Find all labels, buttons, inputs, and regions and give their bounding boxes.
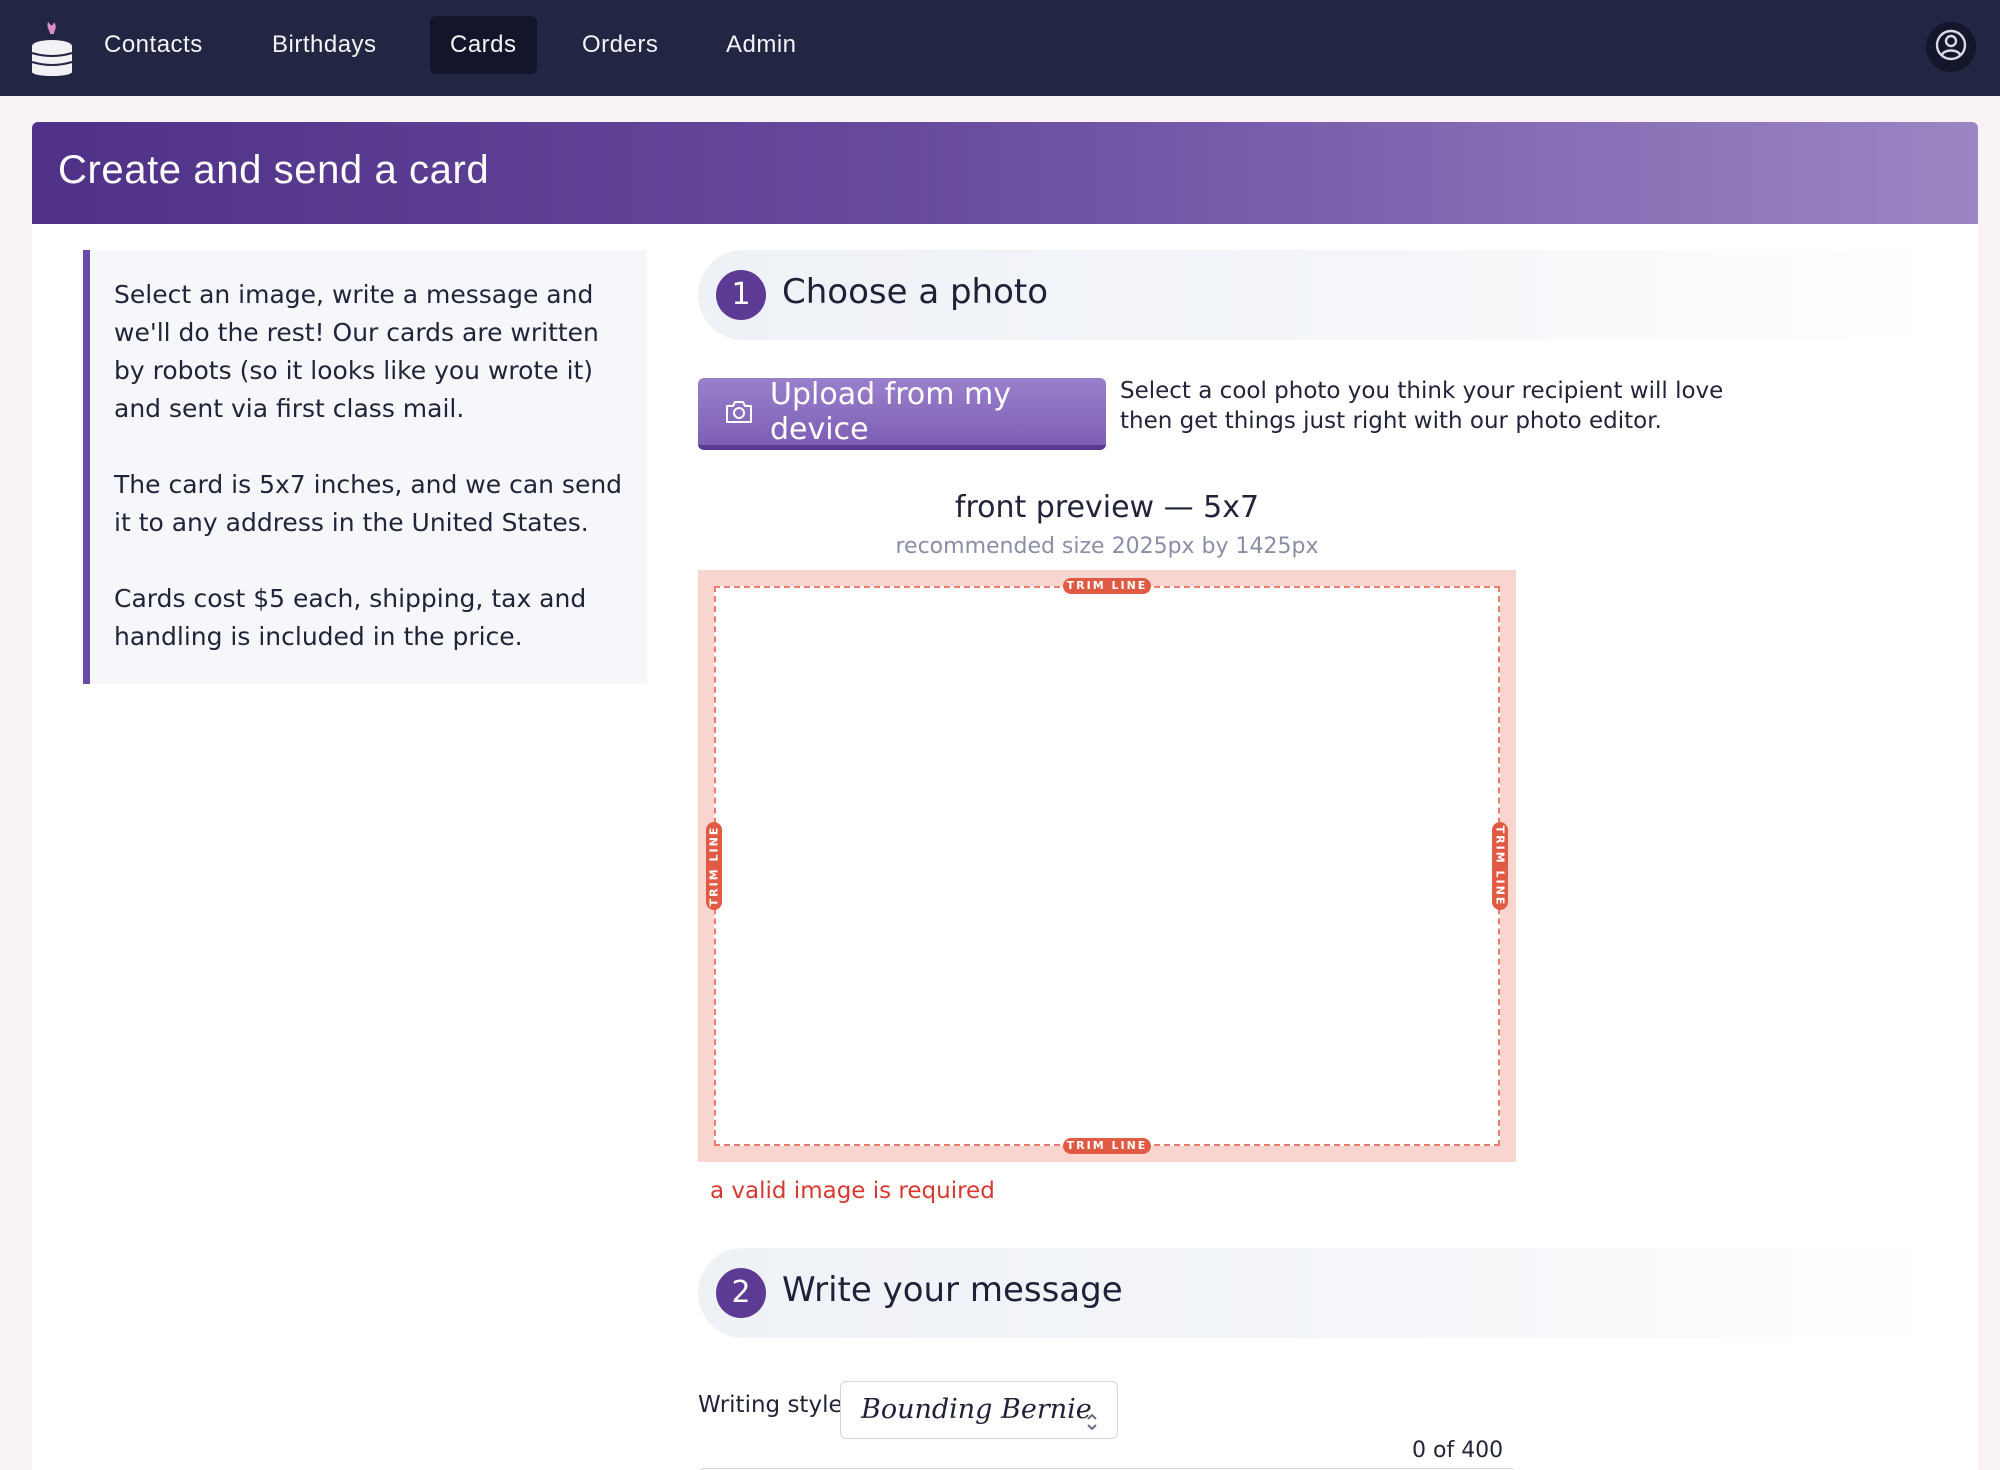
- page-title: Create and send a card: [58, 148, 490, 192]
- camera-icon: [724, 399, 754, 425]
- step-2-heading: 2 Write your message: [698, 1248, 1938, 1338]
- card-panel: Create and send a card Select an image, …: [32, 122, 1978, 1470]
- panel-header: Create and send a card: [32, 122, 1978, 224]
- character-counter: 0 of 400: [1412, 1438, 1504, 1463]
- trim-line-right: TRIM LINE: [1492, 822, 1508, 910]
- nav-cards[interactable]: Cards: [430, 16, 537, 74]
- info-box: Select an image, write a message and we'…: [83, 250, 647, 684]
- card-preview[interactable]: TRIM LINE TRIM LINE TRIM LINE TRIM LINE: [698, 570, 1516, 1162]
- cake-icon[interactable]: [28, 18, 76, 76]
- step-number: 2: [716, 1268, 766, 1318]
- writing-style-select[interactable]: Bounding Bernie: [840, 1381, 1118, 1439]
- step-1-heading: 1 Choose a photo: [698, 250, 1938, 340]
- trim-label: TRIM LINE: [707, 825, 721, 907]
- info-text: Select an image, write a message and we'…: [114, 280, 599, 423]
- nav-birthdays[interactable]: Birthdays: [252, 16, 397, 74]
- user-circle-icon: [1934, 28, 1968, 66]
- upload-help: Select a cool photo you think your recip…: [1120, 378, 1724, 434]
- preview-subtitle: recommended size 2025px by 1425px: [895, 534, 1319, 559]
- nav-contacts[interactable]: Contacts: [84, 16, 223, 74]
- section-title: Write your message: [782, 1270, 1123, 1310]
- info-text: The card is 5x7 inches, and we can send …: [114, 470, 623, 537]
- chevron-updown-icon: [1085, 1398, 1099, 1454]
- upload-label: Upload from my device: [770, 376, 1011, 447]
- top-nav: Contacts Birthdays Cards Orders Admin: [0, 0, 2000, 96]
- trim-line-bottom: TRIM LINE: [1063, 1138, 1151, 1154]
- nav-admin[interactable]: Admin: [706, 16, 817, 74]
- card-trim-area: [714, 586, 1500, 1146]
- trim-line-left: TRIM LINE: [706, 822, 722, 910]
- trim-line-top: TRIM LINE: [1063, 578, 1151, 594]
- info-text: Cards cost $5 each, shipping, tax and ha…: [114, 584, 587, 651]
- upload-button[interactable]: Upload from my device: [698, 376, 1106, 450]
- writing-style-label: Writing style: [698, 1392, 843, 1418]
- step-number: 1: [716, 270, 766, 320]
- writing-style-value: Bounding Bernie: [861, 1394, 1092, 1425]
- image-error: a valid image is required: [710, 1178, 995, 1204]
- section-title: Choose a photo: [782, 272, 1049, 312]
- nav-orders[interactable]: Orders: [562, 16, 678, 74]
- preview-title: front preview — 5x7: [954, 490, 1260, 525]
- account-button[interactable]: [1926, 22, 1976, 72]
- trim-label: TRIM LINE: [1493, 825, 1507, 907]
